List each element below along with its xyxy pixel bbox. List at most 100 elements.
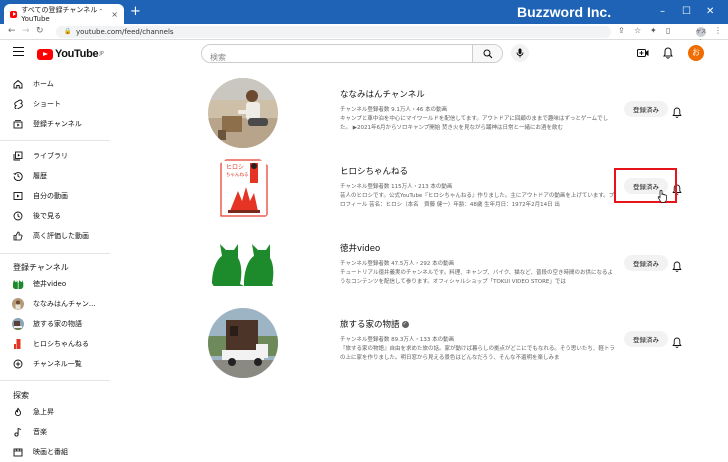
notification-bell-icon[interactable] <box>672 333 682 348</box>
sidebar-sub-hiroshi[interactable]: ヒロシちゃんねる <box>0 334 110 354</box>
my-videos-icon <box>13 191 23 201</box>
channel-thumbnail-tokui[interactable] <box>208 232 278 302</box>
tab-close-icon[interactable]: × <box>111 10 118 19</box>
sidebar-divider <box>0 380 110 381</box>
youtube-wordmark: YouTube <box>55 48 99 60</box>
library-icon <box>13 151 23 161</box>
subscriptions-heading: 登録チャンネル <box>13 263 69 272</box>
youtube-play-icon <box>37 48 53 60</box>
channel-meta: チャンネル登録者数 89.3万人・133 本の動画 <box>340 337 455 343</box>
sidebar-sub-tabi[interactable]: 旅する家の物語 <box>0 314 110 334</box>
sidebar-item-my-videos[interactable]: 自分の動画 <box>0 186 110 206</box>
brand-watermark: Buzzword Inc. <box>517 4 612 20</box>
back-arrow-icon[interactable]: ← <box>8 26 16 36</box>
hiroshi-thumbnail-image: ヒロシ ちゃんねる <box>220 159 268 217</box>
home-icon <box>13 79 23 89</box>
channel-name[interactable]: ななみはんチャンネル <box>340 88 425 100</box>
channel-name[interactable]: 徳井video <box>340 242 380 254</box>
explore-heading: 探索 <box>13 391 29 400</box>
maximize-button[interactable]: ☐ <box>682 6 691 17</box>
shorts-icon <box>13 99 23 109</box>
sidebar-item-library[interactable]: ライブラリ <box>0 146 110 166</box>
sidebar-item-trending[interactable]: 急上昇 <box>0 402 110 422</box>
search-button[interactable] <box>472 45 502 62</box>
liked-icon <box>13 231 23 241</box>
channel-thumbnail-hiroshi[interactable]: ヒロシ ちゃんねる <box>208 155 278 225</box>
sidebar-item-label: 急上昇 <box>33 408 54 416</box>
channel-name[interactable]: 旅する家の物語 ✓ <box>340 318 409 330</box>
sidepanel-icon[interactable]: ▯ <box>666 26 670 35</box>
sidebar-item-shorts[interactable]: ショート <box>0 94 110 114</box>
channel-thumbnail-tabi[interactable] <box>208 308 278 378</box>
hiroshi-logo-text: ヒロシ <box>226 164 244 171</box>
sidebar-sub-tokui-video[interactable]: 徳井video <box>0 274 110 294</box>
nanami-thumbnail-image <box>208 78 278 148</box>
sidebar-divider <box>0 253 110 254</box>
url-field[interactable]: 🔒 youtube.com/feed/channels <box>56 26 611 38</box>
notification-bell-icon[interactable] <box>672 257 682 272</box>
channel-meta: チャンネル登録者数 9.1万人・46 本の動画 <box>340 107 448 113</box>
channel-thumbnail-nanami[interactable] <box>208 78 278 148</box>
extensions-icon[interactable]: ✦ <box>650 26 657 35</box>
lock-icon: 🔒 <box>64 28 72 35</box>
close-window-button[interactable]: ✕ <box>706 6 714 17</box>
notifications-bell-icon[interactable] <box>661 46 675 60</box>
sidebar-item-music[interactable]: 音楽 <box>0 422 110 442</box>
channel-name[interactable]: ヒロシちゃんねる <box>340 165 408 177</box>
sidebar-item-movies[interactable]: 映画と番組 <box>0 442 110 462</box>
reload-icon[interactable]: ↻ <box>36 26 44 36</box>
music-icon <box>13 427 23 437</box>
url-text: youtube.com/feed/channels <box>76 28 174 36</box>
trending-icon <box>13 407 23 417</box>
notification-bell-icon[interactable] <box>672 103 682 118</box>
forward-arrow-icon[interactable]: → <box>22 26 30 36</box>
search-box <box>201 44 503 63</box>
sidebar-item-label: 高く評価した動画 <box>33 232 89 240</box>
sidebar-item-label: 映画と番組 <box>33 448 68 456</box>
subscribed-button[interactable]: 登録済み <box>624 255 668 271</box>
subscribed-button[interactable]: 登録済み <box>624 101 668 117</box>
sidebar-item-label: 自分の動画 <box>33 192 68 200</box>
sidebar-item-liked[interactable]: 高く評価した動画 <box>0 226 110 246</box>
sidebar-item-label: 後で見る <box>33 212 61 220</box>
share-icon[interactable]: ⇪ <box>618 26 625 35</box>
voice-search-button[interactable] <box>511 44 529 62</box>
sidebar-item-label: 徳井video <box>33 280 67 288</box>
browser-profile-avatar[interactable]: ゲスト <box>696 27 706 45</box>
address-bar: ← → ↻ 🔒 youtube.com/feed/channels ⇪ ☆ ✦ … <box>0 24 728 40</box>
sidebar-item-subscriptions[interactable]: 登録チャンネル <box>0 114 110 134</box>
verified-badge-icon: ✓ <box>401 321 409 328</box>
channel-description: チュートリアル徳井義実のチャンネルです。料理、キャンプ、バイク、猫など、普段の空… <box>340 270 614 285</box>
channel-row: 徳井video チャンネル登録者数 47.5万人・292 本の動画 チュートリア… <box>205 232 705 304</box>
search-input[interactable] <box>202 49 472 62</box>
subscribed-button[interactable]: 登録済み <box>624 331 668 347</box>
youtube-logo[interactable]: YouTube JP <box>37 48 104 60</box>
hamburger-menu-icon[interactable] <box>13 47 24 56</box>
sidebar-sub-nanami[interactable]: ななみはんチャン... <box>0 294 110 314</box>
channel-name-text: 旅する家の物語 <box>340 320 400 330</box>
microphone-icon <box>516 48 524 58</box>
user-avatar[interactable]: お <box>688 45 704 61</box>
channel-avatar <box>12 338 24 350</box>
sidebar-item-watch-later[interactable]: 後で見る <box>0 206 110 226</box>
minimize-button[interactable]: – <box>660 6 665 17</box>
add-circle-icon <box>13 359 23 369</box>
youtube-favicon-icon <box>10 10 18 18</box>
sidebar-item-label: 音楽 <box>33 428 47 436</box>
browser-tab[interactable]: すべての登録チャンネル - YouTube × <box>4 4 124 24</box>
channel-avatar <box>12 298 24 310</box>
sidebar-item-history[interactable]: 履歴 <box>0 166 110 186</box>
create-video-icon[interactable] <box>636 46 650 60</box>
sidebar-item-label: チャンネル一覧 <box>33 360 82 368</box>
youtube-header: YouTube JP お <box>0 40 728 68</box>
bookmark-star-icon[interactable]: ☆ <box>634 26 641 35</box>
browser-menu-icon[interactable]: ⋮ <box>714 26 722 35</box>
sidebar-item-all-channels[interactable]: チャンネル一覧 <box>0 354 110 374</box>
new-tab-button[interactable]: + <box>130 4 141 20</box>
channel-avatar <box>12 318 24 330</box>
channel-row: 旅する家の物語 ✓ チャンネル登録者数 89.3万人・133 本の動画 『旅する家… <box>205 308 705 380</box>
hiroshi-logo-text-sub: ちゃんねる <box>226 172 249 178</box>
history-icon <box>13 171 23 181</box>
sidebar-item-home[interactable]: ホーム <box>0 74 110 94</box>
sidebar-item-label: 登録チャンネル <box>33 120 82 128</box>
